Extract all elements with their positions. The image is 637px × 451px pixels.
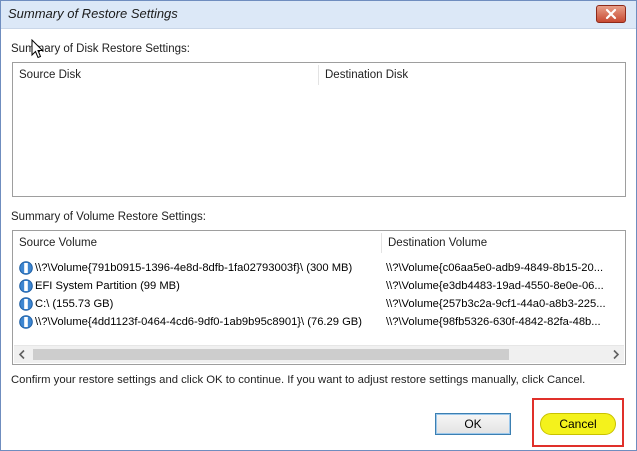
disk-volume-icon [19, 279, 33, 293]
column-destination-disk[interactable]: Destination Disk [319, 63, 619, 87]
destination-volume-cell: \\?\Volume{98fb5326-630f-4842-82fa-48b..… [386, 316, 601, 328]
scroll-right-button[interactable] [607, 346, 624, 363]
destination-volume-cell: \\?\Volume{e3db4483-19ad-4550-8e0e-06... [386, 280, 604, 292]
disk-volume-icon [19, 315, 33, 329]
source-volume-cell: C:\ (155.73 GB) [35, 298, 114, 310]
volume-row[interactable]: C:\ (155.73 GB) \\?\Volume{257b3c2a-9cf1… [13, 295, 625, 313]
ok-button[interactable]: OK [435, 413, 511, 435]
arrow-right-icon [613, 349, 620, 360]
arrow-left-icon [18, 349, 25, 360]
volume-row[interactable]: \\?\Volume{791b0915-1396-4e8d-8dfb-1fa02… [13, 259, 625, 277]
volume-row[interactable]: \\?\Volume{4dd1123f-0464-4cd6-9df0-1ab9b… [13, 313, 625, 331]
disk-volume-icon [19, 297, 33, 311]
close-icon [605, 8, 617, 20]
title-bar[interactable]: Summary of Restore Settings [1, 1, 636, 29]
disk-restore-list[interactable]: Source Disk Destination Disk [12, 62, 626, 197]
destination-volume-cell: \\?\Volume{c06aa5e0-adb9-4849-8b15-20... [386, 262, 604, 274]
mouse-cursor-icon [31, 39, 44, 59]
column-source-disk[interactable]: Source Disk [13, 63, 318, 87]
disk-volume-icon [19, 261, 33, 275]
volume-section-label: Summary of Volume Restore Settings: [11, 211, 206, 223]
volume-restore-list[interactable]: Source Volume Destination Volume \\?\Vol… [12, 230, 626, 365]
destination-volume-cell: \\?\Volume{257b3c2a-9cf1-44a0-a8b3-225..… [386, 298, 606, 310]
restore-summary-dialog: Summary of Restore Settings Summary of D… [0, 0, 637, 451]
scroll-thumb[interactable] [33, 349, 509, 360]
column-destination-volume[interactable]: Destination Volume [382, 231, 622, 255]
close-button[interactable] [596, 5, 626, 23]
confirmation-message: Confirm your restore settings and click … [11, 374, 586, 386]
scroll-left-button[interactable] [14, 346, 31, 363]
source-volume-cell: \\?\Volume{791b0915-1396-4e8d-8dfb-1fa02… [35, 262, 353, 274]
source-volume-cell: EFI System Partition (99 MB) [35, 280, 180, 292]
cancel-button[interactable]: Cancel [540, 413, 616, 435]
volume-row[interactable]: EFI System Partition (99 MB) \\?\Volume{… [13, 277, 625, 295]
dialog-title: Summary of Restore Settings [8, 6, 178, 21]
horizontal-scrollbar[interactable] [14, 345, 624, 363]
source-volume-cell: \\?\Volume{4dd1123f-0464-4cd6-9df0-1ab9b… [35, 316, 362, 328]
column-source-volume[interactable]: Source Volume [13, 231, 381, 255]
